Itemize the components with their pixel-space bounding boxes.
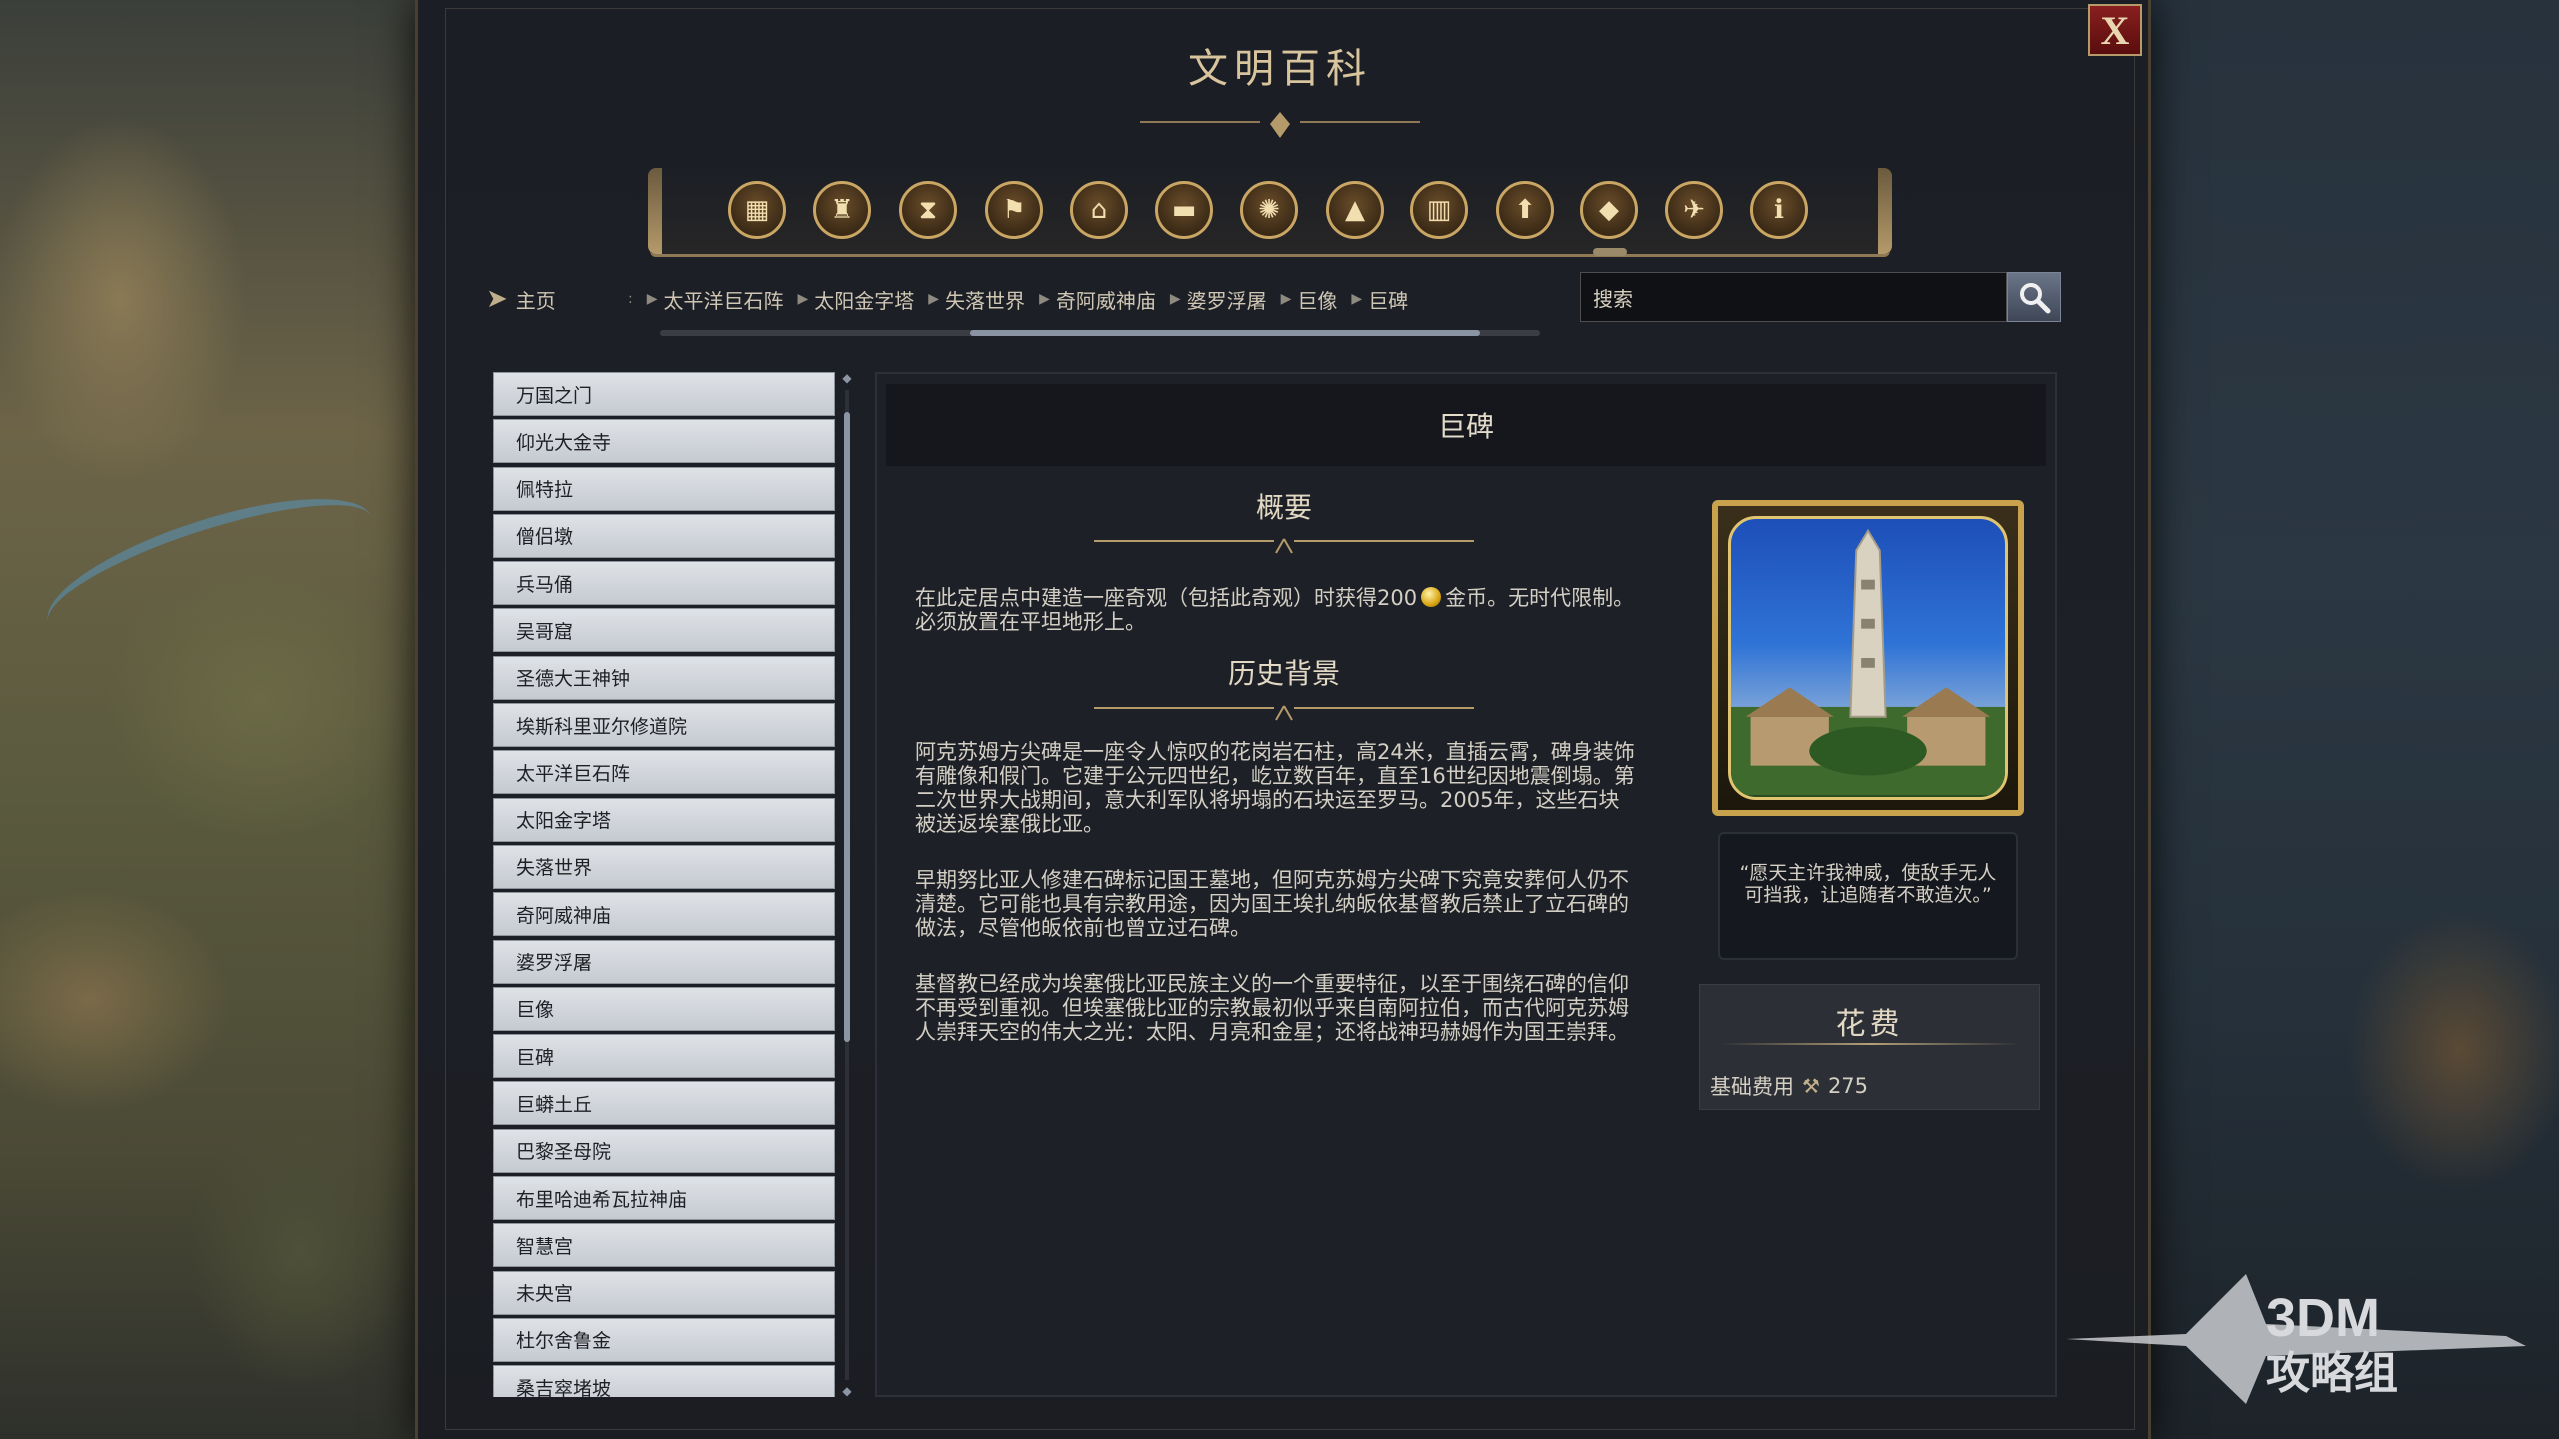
breadcrumb-separator: ▶ (797, 291, 809, 307)
list-item[interactable]: 兵马俑 (493, 561, 835, 606)
list-item[interactable]: 失落世界 (493, 844, 835, 889)
history-paragraph: 早期努比亚人修建石碑标记国王墓地，但阿克苏姆方尖碑下究竟安葬何人仍不清楚。它可能… (915, 868, 1629, 940)
base-cost-value: 275 (1827, 1074, 1869, 1098)
search-button[interactable] (2007, 272, 2061, 322)
cost-panel: 花费 基础费用 ⚒ 275 (1699, 984, 2040, 1110)
summary-title: 概要 (1255, 491, 1312, 524)
search-input[interactable]: 搜索 (1580, 272, 2007, 322)
search-placeholder: 搜索 (1593, 286, 1633, 311)
close-button[interactable]: X (2088, 4, 2142, 56)
home-label: 主页 (515, 288, 556, 313)
toolbar-cap-left (648, 168, 662, 254)
breadcrumb-scrollbar[interactable] (660, 330, 1540, 336)
background-map-right (2079, 0, 2559, 1439)
breadcrumb-item-current[interactable]: 巨碑 (1362, 285, 1422, 314)
history-ornament (1094, 705, 1474, 721)
cost-title: 花费 (1835, 1007, 1904, 1042)
list-scroll-thumb[interactable] (844, 412, 850, 1042)
breadcrumb-separator: ▶ (646, 291, 658, 307)
list-item[interactable]: 巴黎圣母院 (493, 1128, 835, 1173)
dove-icon[interactable]: ✈ (1665, 181, 1723, 239)
history-paragraph: 阿克苏姆方尖碑是一座令人惊叹的花岗岩石柱，高24米，直插云霄，碑身装饰有雕像和假… (915, 740, 1635, 836)
flag-icon[interactable]: ⚑ (985, 181, 1043, 239)
page-title: 文明百科 (1188, 46, 1372, 92)
active-category-indicator (1593, 248, 1627, 256)
summary-ornament (1094, 538, 1474, 554)
breadcrumb-item[interactable]: 太平洋巨石阵 (658, 285, 798, 314)
wonder-portrait (1712, 500, 2024, 816)
summary-text: 在此定居点中建造一座奇观（包括此奇观）时获得200 金币。无时代限制。必须放置在平… (915, 586, 1640, 634)
building-icon[interactable]: ▥ (1410, 181, 1468, 239)
list-item[interactable]: 巨蟒土丘 (493, 1081, 835, 1126)
breadcrumb-separator: ▶ (1351, 291, 1363, 307)
list-item[interactable]: 婆罗浮屠 (493, 939, 835, 984)
list-item[interactable]: 未央宫 (493, 1270, 835, 1315)
toolbar-cap-right (1878, 168, 1892, 254)
wonder-list: 万国之门 仰光大金寺 佩特拉 僧侣墩 兵马俑 吴哥窟 圣德大王神钟 埃斯科里亚尔修道院 太平洋巨… (493, 372, 835, 1397)
breadcrumb-scroll-thumb[interactable] (970, 330, 1480, 336)
list-item[interactable]: 奇阿威神庙 (493, 892, 835, 937)
wonder-image (1728, 516, 2008, 800)
back-arrow-icon: ➤ (486, 284, 508, 314)
gold-coin-icon (1421, 587, 1442, 607)
list-item[interactable]: 巨碑 (493, 1034, 835, 1079)
breadcrumb-item[interactable]: 失落世界 (939, 285, 1039, 314)
summary-text-part1: 在此定居点中建造一座奇观（包括此奇观）时获得200 (915, 586, 1418, 610)
hourglass-icon[interactable]: ⧗ (899, 181, 957, 239)
base-cost-label: 基础费用 (1710, 1075, 1794, 1099)
wonder-quote: “愿天主许我神威，使敌手无人可挡我，让追随者不敢造次。” (1718, 832, 2018, 960)
watermark-logo: 3DM 攻略组 (2066, 1264, 2526, 1414)
list-scrollbar[interactable]: ◆ ◆ (842, 372, 852, 1397)
home-button[interactable]: ➤ 主页 (486, 282, 556, 316)
list-item[interactable]: 吴哥窟 (493, 608, 835, 653)
list-item[interactable]: 桑吉窣堵坡 (493, 1365, 835, 1397)
list-item[interactable]: 太阳金字塔 (493, 797, 835, 842)
search-icon (2020, 283, 2051, 314)
breadcrumb-item[interactable]: 奇阿威神庙 (1050, 285, 1170, 314)
production-hammer-icon: ⚒ (1802, 1074, 1820, 1098)
scroll-down-arrow-icon[interactable]: ◆ (842, 1385, 852, 1397)
map-river (32, 469, 388, 671)
breadcrumb-separator: ▶ (1169, 291, 1181, 307)
history-title: 历史背景 (1227, 657, 1340, 690)
list-item[interactable]: 布里哈迪希瓦拉神庙 (493, 1176, 835, 1221)
goblet-icon[interactable]: ♜ (813, 181, 871, 239)
background-map-left (0, 0, 420, 1439)
list-item[interactable]: 埃斯科里亚尔修道院 (493, 703, 835, 748)
temple-icon[interactable]: ⌂ (1070, 181, 1128, 239)
list-item[interactable]: 僧侣墩 (493, 513, 835, 558)
breadcrumb-separator: : (628, 291, 633, 307)
list-item[interactable]: 万国之门 (493, 372, 835, 416)
breadcrumb-separator: ▶ (1039, 291, 1050, 307)
scroll-up-arrow-icon[interactable]: ◆ (842, 372, 852, 384)
list-item[interactable]: 杜尔舍鲁金 (493, 1317, 835, 1362)
list-item[interactable]: 巨像 (493, 986, 835, 1031)
obelisk-illustration (1731, 528, 2005, 795)
article-title: 巨碑 (886, 384, 2046, 466)
cube-icon[interactable]: ▦ (728, 181, 786, 239)
breadcrumb: : ▶ 太平洋巨石阵 ▶ 太阳金字塔 ▶ 失落世界 ▶ 奇阿威神庙 ▶ 婆罗浮屠… (628, 282, 1422, 316)
breadcrumb-separator: ▶ (1280, 291, 1292, 307)
list-item[interactable]: 佩特拉 (493, 466, 835, 511)
breadcrumb-item[interactable]: 婆罗浮屠 (1181, 285, 1281, 314)
cost-divider (1720, 1043, 2020, 1045)
breadcrumb-item[interactable]: 太阳金字塔 (808, 285, 928, 314)
atom-icon[interactable]: ✺ (1240, 181, 1298, 239)
mountain-icon[interactable]: ▲ (1326, 181, 1384, 239)
watermark-text-3dm: 3DM (2266, 1288, 2380, 1348)
title-ornament (1140, 112, 1420, 138)
list-item[interactable]: 太平洋巨石阵 (493, 750, 835, 795)
up-arrow-icon[interactable]: ⬆ (1496, 181, 1554, 239)
breadcrumb-separator: ▶ (928, 291, 940, 307)
history-paragraph: 基督教已经成为埃塞俄比亚民族主义的一个重要特征，以至于围绕石碑的信仰不再受到重视… (915, 972, 1629, 1044)
book-icon[interactable]: ▬ (1155, 181, 1213, 239)
list-item[interactable]: 仰光大金寺 (493, 419, 835, 464)
watermark-text-group: 攻略组 (2266, 1349, 2398, 1398)
info-icon[interactable]: ℹ (1750, 181, 1808, 239)
list-item[interactable]: 智慧宫 (493, 1223, 835, 1268)
diamond-icon[interactable]: ◆ (1580, 181, 1638, 239)
list-item[interactable]: 圣德大王神钟 (493, 655, 835, 700)
breadcrumb-item[interactable]: 巨像 (1291, 285, 1351, 314)
base-cost-row: 基础费用 ⚒ 275 (1710, 1071, 1868, 1101)
